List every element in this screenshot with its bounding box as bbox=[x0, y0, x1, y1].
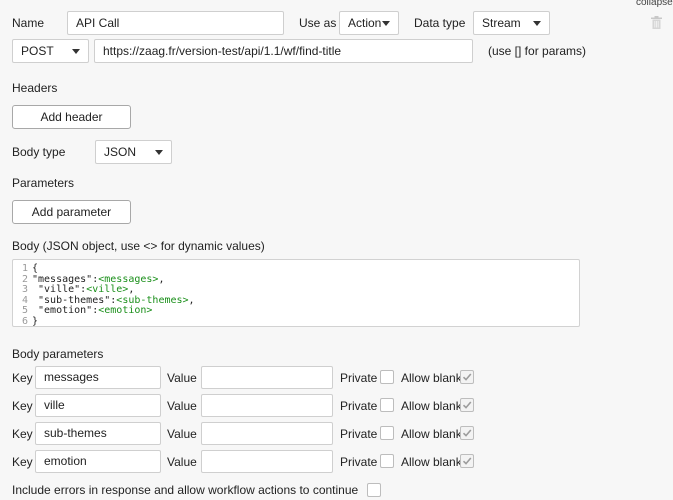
allow-blank-label: Allow blank bbox=[401, 371, 462, 385]
chevron-down-icon bbox=[382, 21, 390, 26]
code-text: { bbox=[32, 263, 39, 274]
allow-blank-checkbox[interactable] bbox=[460, 370, 474, 384]
line-numbers: 123456 bbox=[13, 263, 28, 327]
allow-blank-checkbox[interactable] bbox=[460, 426, 474, 440]
add-parameter-button[interactable]: Add parameter bbox=[12, 200, 131, 224]
line-number: 1 bbox=[21, 263, 28, 274]
param-key-input[interactable]: sub-themes bbox=[35, 422, 161, 445]
key-label: Key bbox=[12, 371, 33, 385]
param-value-input[interactable] bbox=[201, 366, 333, 389]
body-label: Body (JSON object, use <> for dynamic va… bbox=[12, 239, 265, 253]
value-label: Value bbox=[167, 371, 197, 385]
data-type-select[interactable]: Stream bbox=[473, 11, 550, 35]
code-lines: {"messages":<messages>, "ville":<ville>,… bbox=[32, 263, 195, 328]
dynamic-token: <sub-themes> bbox=[116, 294, 189, 306]
line-number: 5 bbox=[21, 305, 28, 316]
allow-blank-label: Allow blank bbox=[401, 455, 462, 469]
body-type-value: JSON bbox=[104, 145, 137, 159]
include-errors-checkbox[interactable] bbox=[367, 483, 381, 497]
method-value: POST bbox=[21, 44, 54, 58]
method-select[interactable]: POST bbox=[12, 39, 89, 63]
code-text: "sub-themes": bbox=[32, 294, 117, 306]
use-as-value: Action bbox=[348, 16, 382, 30]
body-parameters-title: Body parameters bbox=[12, 347, 104, 361]
key-label: Key bbox=[12, 455, 33, 469]
private-checkbox[interactable] bbox=[380, 426, 394, 440]
param-key-input[interactable]: ville bbox=[35, 394, 161, 417]
allow-blank-label: Allow blank bbox=[401, 427, 462, 441]
private-label: Private bbox=[340, 371, 378, 385]
name-label: Name bbox=[12, 16, 45, 30]
data-type-value: Stream bbox=[482, 16, 521, 30]
use-as-select[interactable]: Action bbox=[339, 11, 399, 35]
dynamic-token: <ville> bbox=[86, 284, 129, 295]
code-line: } bbox=[32, 315, 195, 328]
param-key-input[interactable]: emotion bbox=[35, 450, 161, 473]
code-text: "messages": bbox=[32, 273, 99, 285]
name-input[interactable]: API Call bbox=[67, 11, 284, 35]
trash-icon[interactable] bbox=[651, 16, 662, 29]
line-number: 3 bbox=[21, 284, 28, 295]
code-text: , bbox=[158, 273, 165, 285]
code-text: } bbox=[32, 315, 39, 327]
code-text: , bbox=[188, 294, 195, 306]
param-value-input[interactable] bbox=[201, 422, 333, 445]
value-label: Value bbox=[167, 399, 197, 413]
private-label: Private bbox=[340, 455, 378, 469]
code-line: "emotion":<emotion> bbox=[32, 305, 195, 317]
data-type-label: Data type bbox=[414, 16, 466, 30]
body-code-editor[interactable]: 123456 {"messages":<messages>, "ville":<… bbox=[12, 259, 580, 327]
allow-blank-label: Allow blank bbox=[401, 399, 462, 413]
private-label: Private bbox=[340, 427, 378, 441]
url-input[interactable]: https://zaag.fr/version-test/api/1.1/wf/… bbox=[94, 39, 473, 63]
chevron-down-icon bbox=[155, 150, 163, 155]
private-checkbox[interactable] bbox=[380, 454, 394, 468]
parameters-title: Parameters bbox=[12, 176, 75, 190]
value-label: Value bbox=[167, 455, 197, 469]
line-number: 6 bbox=[21, 315, 28, 327]
param-value-input[interactable] bbox=[201, 450, 333, 473]
private-checkbox[interactable] bbox=[380, 398, 394, 412]
param-key-input[interactable]: messages bbox=[35, 366, 161, 389]
chevron-down-icon bbox=[533, 21, 541, 26]
body-type-select[interactable]: JSON bbox=[95, 140, 172, 164]
include-errors-label: Include errors in response and allow wor… bbox=[12, 483, 359, 497]
code-text: "ville": bbox=[32, 284, 87, 295]
params-hint: (use [] for params) bbox=[488, 44, 587, 58]
headers-title: Headers bbox=[12, 81, 58, 95]
dynamic-token: <emotion> bbox=[98, 305, 153, 316]
param-value-input[interactable] bbox=[201, 394, 333, 417]
code-text: "emotion": bbox=[32, 305, 99, 316]
chevron-down-icon bbox=[72, 49, 80, 54]
use-as-label: Use as bbox=[299, 16, 337, 30]
allow-blank-checkbox[interactable] bbox=[460, 398, 474, 412]
add-header-button[interactable]: Add header bbox=[12, 105, 131, 129]
body-type-label: Body type bbox=[12, 145, 66, 159]
dynamic-token: <messages> bbox=[98, 273, 159, 285]
code-text: , bbox=[128, 284, 135, 295]
allow-blank-checkbox[interactable] bbox=[460, 454, 474, 468]
private-checkbox[interactable] bbox=[380, 370, 394, 384]
value-label: Value bbox=[167, 427, 197, 441]
key-label: Key bbox=[12, 399, 33, 413]
key-label: Key bbox=[12, 427, 33, 441]
private-label: Private bbox=[340, 399, 378, 413]
collapse-link[interactable]: collapse bbox=[636, 0, 673, 10]
